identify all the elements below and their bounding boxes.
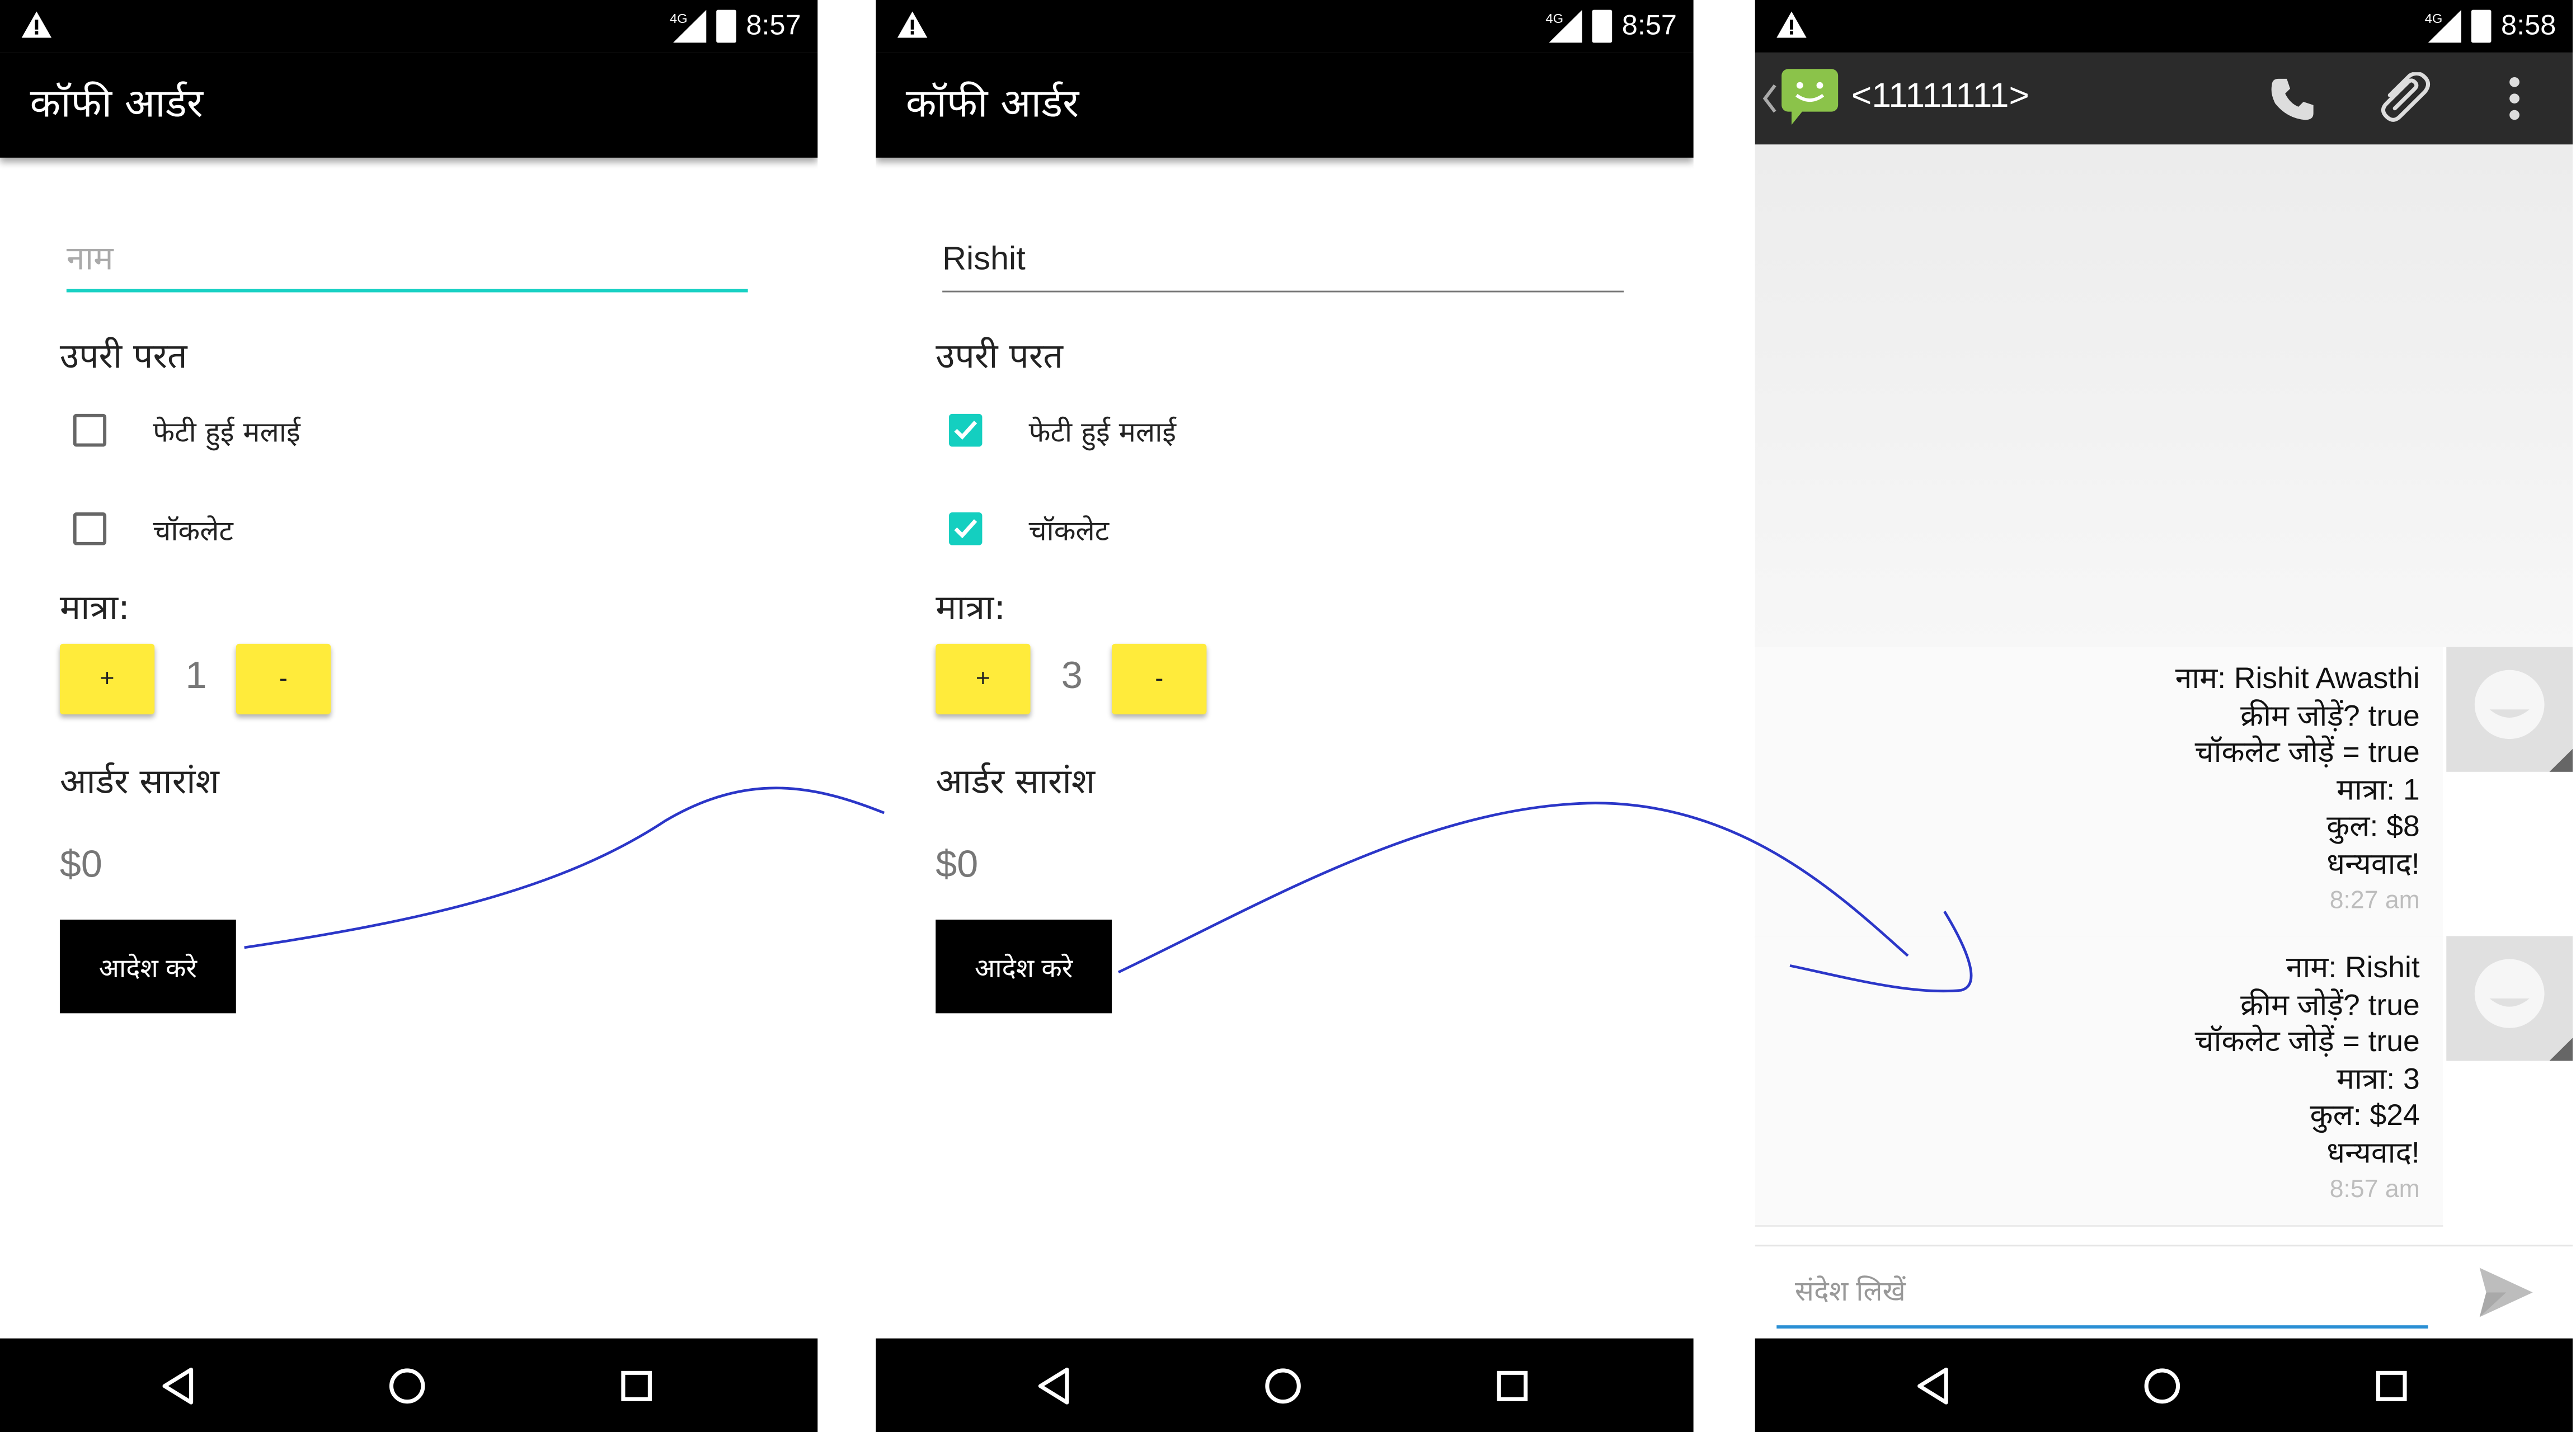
arrowhead (1789, 911, 1973, 993)
arrow-screen2-to-screen3 (1117, 802, 1909, 974)
annotation-arrows (244, 786, 1973, 993)
arrow-screen1-to-screen2 (244, 786, 885, 949)
